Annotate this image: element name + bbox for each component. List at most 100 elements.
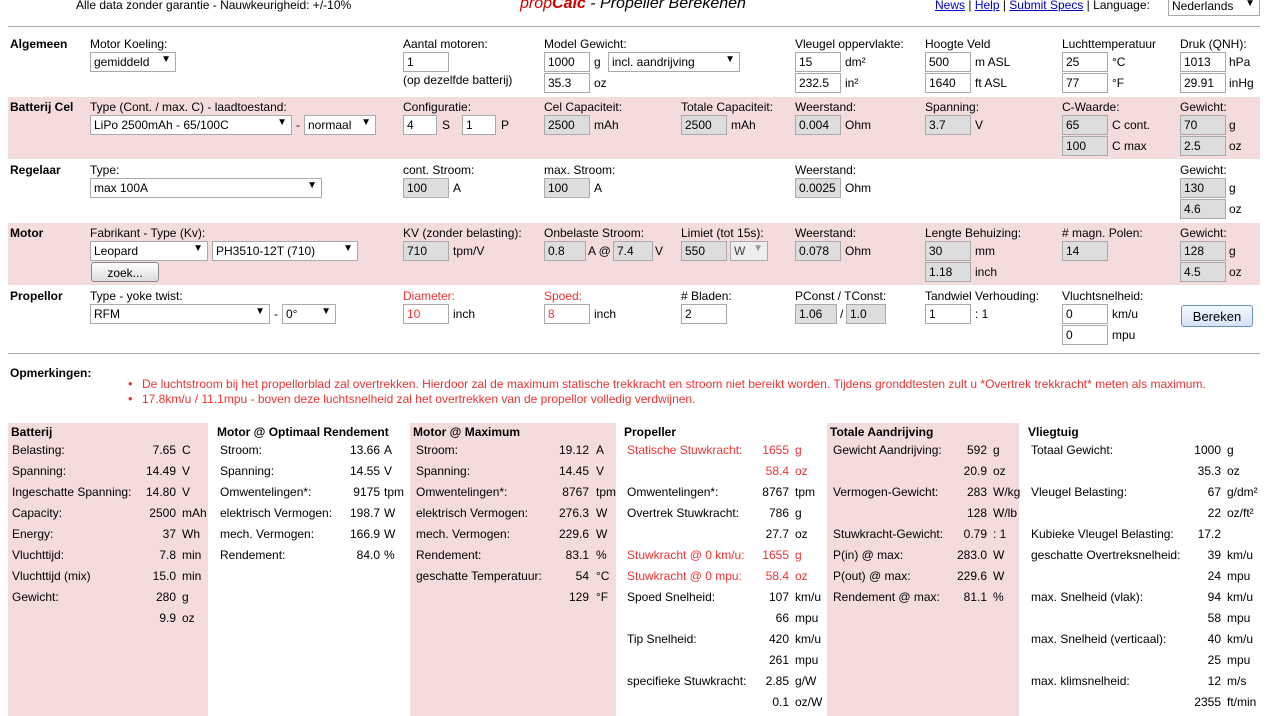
airspeed-kmh-input[interactable]: 0 bbox=[1062, 304, 1108, 324]
battery-resistance-field: 0.004 bbox=[795, 115, 841, 135]
airspeed-mph-input[interactable]: 0 bbox=[1062, 325, 1108, 345]
motor-type-label: Fabrikant - Type (Kv): bbox=[90, 226, 206, 240]
result-row: mech. Vermogen: 166.9 W bbox=[220, 527, 424, 541]
altitude-ft-input[interactable]: 1640 bbox=[925, 73, 971, 93]
result-label: mech. Vermogen: bbox=[416, 527, 511, 541]
result-label: Gewicht: bbox=[12, 590, 59, 604]
gear-ratio-input[interactable]: 1 bbox=[925, 304, 971, 324]
result-label: Spanning: bbox=[416, 464, 471, 478]
motor-maker-select[interactable]: Leopard ▼ bbox=[90, 241, 208, 261]
result-row: 58.4 oz bbox=[627, 464, 835, 478]
result-row: Totaal Gewicht: 1000 g bbox=[1031, 443, 1267, 457]
result-label: Rendement @ max: bbox=[833, 590, 940, 604]
qnh-inhg-input[interactable]: 29.91 bbox=[1180, 73, 1226, 93]
esc-type-select[interactable]: max 100A ▼ bbox=[90, 178, 322, 198]
result-value: 27.7 bbox=[765, 527, 789, 541]
limit-unit-select[interactable]: W ▼ bbox=[730, 241, 768, 261]
altitude-m-input[interactable]: 500 bbox=[925, 52, 971, 72]
result-row: elektrisch Vermogen: 198.7 W bbox=[220, 506, 424, 520]
result-row: Kubieke Vleugel Belasting: 17.2 bbox=[1031, 527, 1267, 541]
result-unit: m/s bbox=[1227, 674, 1247, 688]
battery-resistance-label: Weerstand: bbox=[795, 100, 857, 114]
prop-type-select[interactable]: RFM ▼ bbox=[90, 304, 270, 324]
temp-c-input[interactable]: 25 bbox=[1062, 52, 1108, 72]
result-row: 22 oz/ft² bbox=[1031, 506, 1267, 520]
cooling-select[interactable]: gemiddeld ▼ bbox=[90, 52, 176, 72]
config-p-input[interactable]: 1 bbox=[462, 115, 496, 135]
result-row: Stuwkracht @ 0 mpu: 58.4 oz bbox=[627, 569, 835, 583]
result-unit: V bbox=[182, 464, 191, 478]
blades-input[interactable]: 2 bbox=[681, 304, 727, 324]
unit-ohm: Ohm bbox=[845, 181, 872, 195]
result-unit: oz bbox=[993, 464, 1006, 478]
result-row: Rendement: 83.1% bbox=[416, 548, 636, 562]
case-length-mm-field: 30 bbox=[925, 241, 971, 261]
result-row: Rendement: 84.0% bbox=[220, 548, 424, 562]
result-unit: g bbox=[1227, 443, 1234, 457]
result-value: 166.9 bbox=[349, 527, 380, 541]
result-label: Statische Stuwkracht: bbox=[627, 443, 743, 457]
result-value: 20.9 bbox=[963, 464, 987, 478]
charge-state-select[interactable]: normaal ▼ bbox=[304, 115, 376, 135]
esc-resistance-field: 0.0025 bbox=[795, 178, 841, 198]
result-label: Omwentelingen*: bbox=[220, 485, 312, 499]
config-s-input[interactable]: 4 bbox=[403, 115, 437, 135]
result-row: Capacity: 2500 mAh bbox=[12, 506, 222, 520]
chevron-down-icon: ▼ bbox=[161, 54, 171, 65]
altitude-label: Hoogte Veld bbox=[925, 37, 991, 51]
wing-in-input[interactable]: 232.5 bbox=[795, 73, 841, 93]
unit-s: S bbox=[442, 118, 451, 132]
weight-mode-select[interactable]: incl. aandrijving ▼ bbox=[608, 52, 740, 72]
total-capacity-label: Totale Capaciteit: bbox=[681, 100, 774, 114]
result-row: Rendement @ max: 81.1% bbox=[833, 590, 1033, 604]
wing-label: Vleugel oppervlakte: bbox=[795, 37, 904, 51]
nav-help-link[interactable]: Help bbox=[975, 0, 1000, 12]
result-label: Energy: bbox=[12, 527, 54, 541]
result-value: 7.65 bbox=[152, 443, 176, 457]
result-value: 19.12 bbox=[558, 443, 589, 457]
result-value: 13.66 bbox=[349, 443, 380, 457]
chevron-down-icon: ▼ bbox=[321, 306, 331, 317]
motors-input[interactable]: 1 bbox=[403, 52, 449, 72]
diameter-input[interactable]: 10 bbox=[403, 304, 449, 324]
motor-model-select[interactable]: PH3510-12T (710) ▼ bbox=[212, 241, 358, 261]
unit-g: g bbox=[594, 55, 601, 69]
unit-g: g bbox=[1229, 181, 1236, 195]
result-value: 592 bbox=[966, 443, 987, 457]
temp-f-input[interactable]: 77 bbox=[1062, 73, 1108, 93]
unit-v: V bbox=[975, 118, 984, 132]
unit-inch: inch bbox=[975, 265, 998, 279]
result-value: 12 bbox=[1207, 674, 1221, 688]
chevron-down-icon: ▼ bbox=[307, 180, 317, 191]
esc-max-label: max. Stroom: bbox=[544, 163, 616, 177]
result-value: 14.49 bbox=[145, 464, 176, 478]
result-label: Spoed Snelheid: bbox=[627, 590, 716, 604]
battery-type-select[interactable]: LiPo 2500mAh - 65/100C ▼ bbox=[90, 115, 292, 135]
weight-oz-input[interactable]: 35.3 bbox=[544, 73, 590, 93]
config-label: Configuratie: bbox=[403, 100, 472, 114]
unit-v: V bbox=[655, 244, 664, 258]
result-row: Vleugel Belasting: 67 g/dm² bbox=[1031, 485, 1267, 499]
unit-ft-asl: ft ASL bbox=[975, 76, 1008, 90]
app-logo: propCalc - Propeller Berekenen bbox=[520, 0, 746, 13]
dash: - bbox=[296, 118, 300, 132]
section-esc: Regelaar bbox=[10, 163, 61, 177]
result-value: 8767 bbox=[762, 485, 789, 499]
language-select[interactable]: Nederlands ▼ bbox=[1168, 0, 1260, 16]
yoke-twist-select[interactable]: 0° ▼ bbox=[282, 304, 336, 324]
weight-g-input[interactable]: 1000 bbox=[544, 52, 590, 72]
nav-news-link[interactable]: News bbox=[935, 0, 965, 12]
pitch-input[interactable]: 8 bbox=[544, 304, 590, 324]
calculate-button[interactable]: Bereken bbox=[1181, 305, 1253, 327]
result-value: 81.1 bbox=[963, 590, 987, 604]
nav-submit-link[interactable]: Submit Specs bbox=[1009, 0, 1083, 12]
result-value: 0.79 bbox=[963, 527, 987, 541]
motor-search-button[interactable]: zoek... bbox=[91, 262, 159, 282]
esc-weight-label: Gewicht: bbox=[1180, 163, 1227, 177]
qnh-hpa-input[interactable]: 1013 bbox=[1180, 52, 1226, 72]
result-unit: oz bbox=[182, 611, 195, 625]
wing-dm-input[interactable]: 15 bbox=[795, 52, 841, 72]
result-unit: mpu bbox=[1227, 611, 1251, 625]
motor-weight-label: Gewicht: bbox=[1180, 226, 1227, 240]
tconst-field: 1.0 bbox=[846, 304, 886, 324]
